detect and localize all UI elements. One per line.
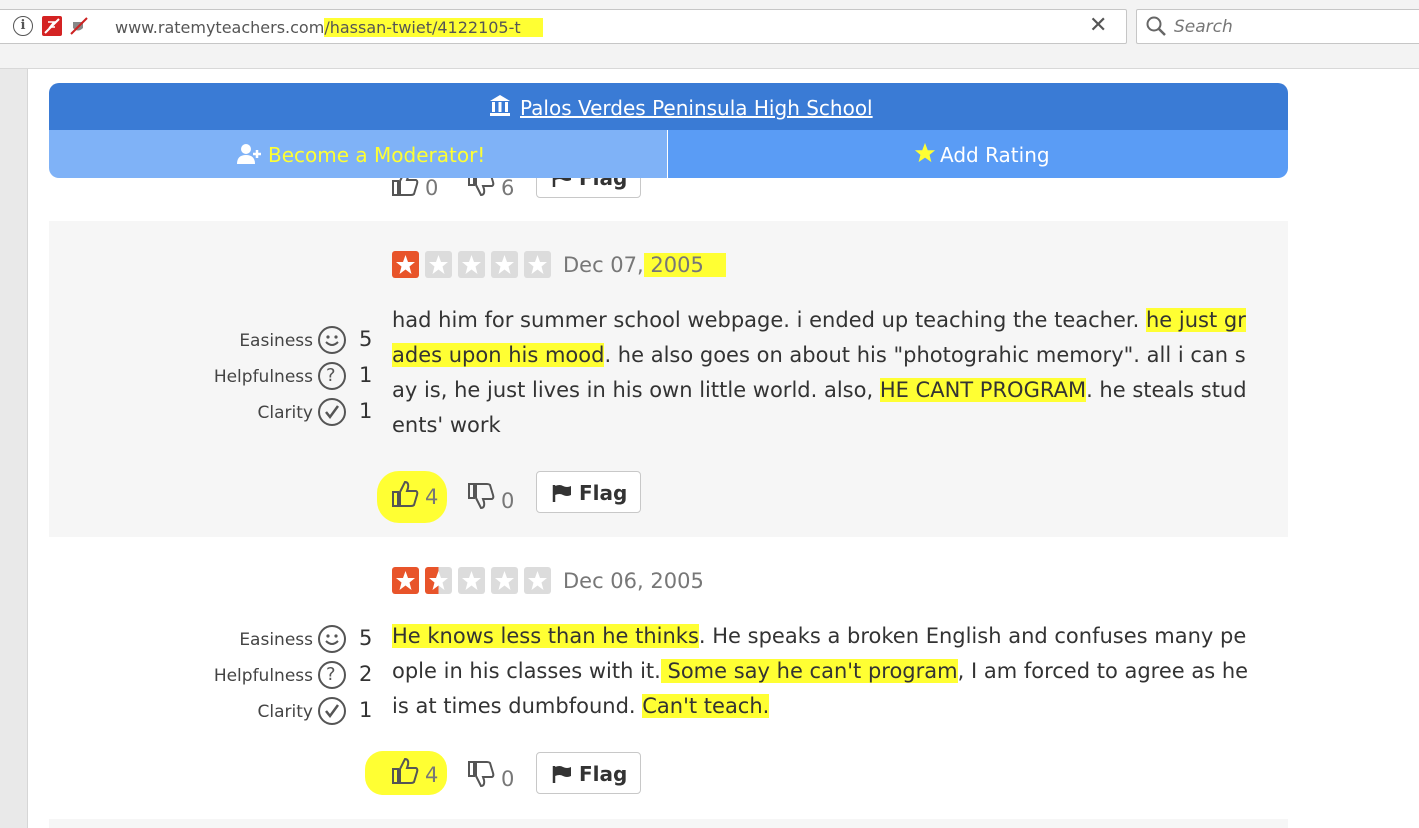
upvote-count: 4	[425, 763, 439, 787]
add-user-icon	[237, 143, 263, 169]
review-text: had him for summer school webpage. i end…	[392, 303, 1252, 443]
university-icon	[489, 94, 511, 120]
check-icon	[318, 697, 346, 725]
helpfulness-value: 1	[359, 363, 373, 387]
rating-star	[392, 567, 419, 594]
easiness-score: Easiness 5	[109, 324, 379, 358]
easiness-label: Easiness	[239, 331, 313, 351]
review-date: Dec 06, 2005	[563, 569, 704, 593]
review-text-highlight: Some say he can't program	[660, 659, 958, 683]
easiness-score: Easiness 5	[109, 623, 379, 657]
review-text-highlight: He knows less than he thinks	[392, 624, 699, 648]
add-rating-label: Add Rating	[940, 143, 1050, 167]
flag-label: Flag	[579, 481, 628, 505]
star-icon	[914, 142, 936, 168]
info-icon[interactable]: i	[13, 16, 33, 36]
review-card: Easiness 5 Helpfulness ? 2 Clarity 1 Dec…	[49, 537, 1288, 819]
helpfulness-label: Helpfulness	[213, 666, 313, 686]
helpfulness-score: Helpfulness ? 2	[109, 659, 379, 693]
become-moderator-button[interactable]: Become a Moderator!	[49, 130, 668, 178]
helpfulness-label: Helpfulness	[213, 367, 313, 387]
search-bar[interactable]: Search	[1136, 9, 1419, 44]
downvote-count: 0	[501, 489, 515, 513]
plugin-blocked-icon[interactable]	[69, 16, 89, 40]
smiley-icon	[318, 326, 346, 354]
moderator-label: Become a Moderator!	[268, 143, 486, 167]
easiness-value: 5	[359, 327, 373, 351]
flag-button[interactable]: Flag	[536, 752, 641, 794]
thumbs-down-icon	[468, 483, 495, 510]
date-year: 2005	[643, 253, 726, 277]
review-card: Easiness 5 Helpfulness ? 1 Clarity 1 Dec…	[49, 221, 1288, 537]
clarity-score: Clarity 1	[109, 695, 379, 729]
question-icon: ?	[318, 661, 346, 689]
flag-icon	[552, 485, 571, 502]
clarity-value: 1	[359, 399, 373, 423]
smiley-icon	[318, 625, 346, 653]
school-name-link[interactable]: Palos Verdes Peninsula High School	[520, 96, 873, 120]
clarity-value: 1	[359, 698, 373, 722]
thumbs-down-icon	[468, 761, 495, 788]
url-host: www.ratemyteachers.com	[115, 18, 325, 37]
close-icon[interactable]: ✕	[1089, 13, 1107, 38]
flash-blocked-icon[interactable]	[42, 16, 62, 40]
question-icon: ?	[318, 362, 346, 390]
rating-star	[458, 567, 485, 594]
thumbs-up-button[interactable]: 4	[377, 471, 447, 523]
review-text-highlight: HE CANT PROGRAM	[879, 378, 1087, 402]
rating-star	[491, 567, 518, 594]
downvote-count: 6	[501, 176, 515, 200]
thumbs-up-icon	[392, 480, 419, 507]
school-link-bar[interactable]: Palos Verdes Peninsula High School	[49, 83, 1288, 130]
clarity-score: Clarity 1	[109, 396, 379, 430]
rating-star	[524, 251, 551, 278]
sidebar-strip	[0, 69, 28, 828]
easiness-value: 5	[359, 626, 373, 650]
clarity-label: Clarity	[257, 403, 313, 423]
thumbs-down-button[interactable]: 0	[466, 479, 526, 523]
date-month-day: Dec 07,	[563, 253, 644, 277]
flag-icon	[552, 766, 571, 783]
url-text[interactable]: www.ratemyteachers.com/hassan-twiet/4122…	[115, 18, 543, 37]
search-icon	[1145, 15, 1167, 41]
thumbs-up-button[interactable]: 4	[365, 751, 447, 795]
helpfulness-value: 2	[359, 662, 373, 686]
page-content: 0 6 Flag Palos Verdes Peninsula High Sch…	[28, 69, 1419, 828]
easiness-label: Easiness	[239, 630, 313, 650]
rating-star	[458, 251, 485, 278]
next-review-edge	[49, 819, 1288, 828]
thumbs-down-button[interactable]: 0	[466, 759, 526, 803]
flag-label: Flag	[579, 762, 628, 786]
rating-star	[524, 567, 551, 594]
url-path: /hassan-twiet/4122105-t	[324, 18, 543, 37]
rating-star	[491, 251, 518, 278]
address-bar[interactable]: i www.ratemyteachers.com/hassan-twiet/41…	[0, 9, 1127, 44]
flag-button[interactable]: Flag	[536, 471, 641, 513]
upvote-count: 4	[425, 485, 439, 509]
rating-star	[425, 567, 452, 594]
review-text: He knows less than he thinks. He speaks …	[392, 619, 1252, 724]
add-rating-button[interactable]: Add Rating	[668, 130, 1288, 178]
review-text-part: had him for summer school webpage. i end…	[392, 308, 1146, 332]
rating-star	[425, 251, 452, 278]
review-date: Dec 07, 2005	[563, 253, 726, 277]
browser-toolbar: i www.ratemyteachers.com/hassan-twiet/41…	[0, 0, 1419, 69]
clarity-label: Clarity	[257, 702, 313, 722]
helpfulness-score: Helpfulness ? 1	[109, 360, 379, 394]
review-text-highlight: Can't teach.	[642, 694, 770, 718]
thumbs-up-icon	[392, 757, 419, 784]
downvote-count: 0	[501, 767, 515, 791]
search-placeholder: Search	[1174, 17, 1233, 37]
check-icon	[318, 398, 346, 426]
rating-star	[392, 251, 419, 278]
upvote-count: 0	[425, 176, 439, 200]
